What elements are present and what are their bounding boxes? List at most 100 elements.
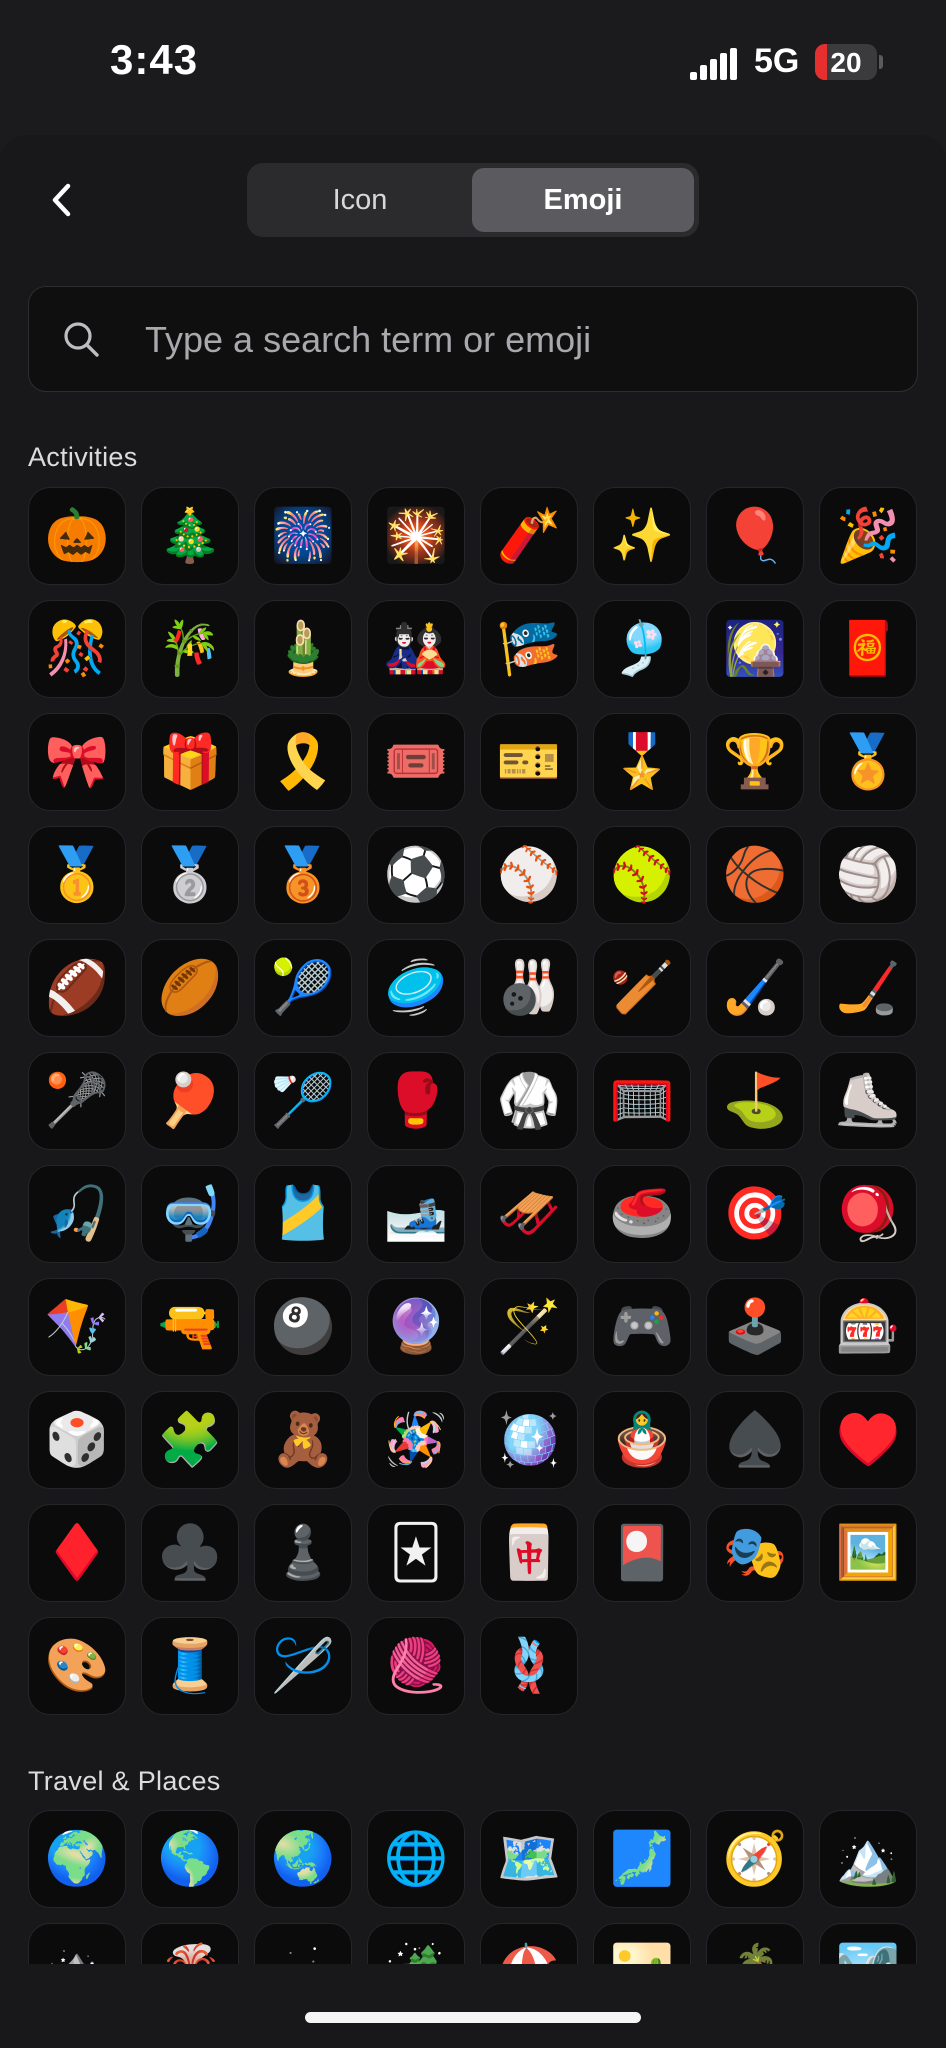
emoji-water-pistol[interactable]: 🔫 (141, 1278, 239, 1376)
emoji-snow-capped-mountain[interactable]: 🏔️ (819, 1810, 917, 1908)
emoji-crystal-ball[interactable]: 🔮 (367, 1278, 465, 1376)
emoji-japanese-dolls[interactable]: 🎎 (367, 600, 465, 698)
emoji-puzzle-piece[interactable]: 🧩 (141, 1391, 239, 1489)
emoji-globe-americas[interactable]: 🌎 (141, 1810, 239, 1908)
emoji-pine-decoration[interactable]: 🎍 (254, 600, 352, 698)
emoji-map-of-japan[interactable]: 🗾 (593, 1810, 691, 1908)
emoji-skis[interactable]: 🎿 (367, 1165, 465, 1263)
emoji-teddy-bear[interactable]: 🧸 (254, 1391, 352, 1489)
emoji-third-place-medal[interactable]: 🥉 (254, 826, 352, 924)
emoji-knot[interactable]: 🪢 (480, 1617, 578, 1715)
emoji-thread[interactable]: 🧵 (141, 1617, 239, 1715)
emoji-sports-medal[interactable]: 🏅 (819, 713, 917, 811)
emoji-boxing-glove[interactable]: 🥊 (367, 1052, 465, 1150)
emoji-fishing-pole[interactable]: 🎣 (28, 1165, 126, 1263)
emoji-sparkler[interactable]: 🎇 (367, 487, 465, 585)
emoji-compass[interactable]: 🧭 (706, 1810, 804, 1908)
emoji-desert-island[interactable]: 🏝️ (706, 1923, 804, 1964)
emoji-american-football[interactable]: 🏈 (28, 939, 126, 1037)
emoji-tanabata-tree[interactable]: 🎋 (141, 600, 239, 698)
emoji-desert[interactable]: 🏜️ (593, 1923, 691, 1964)
emoji-volleyball[interactable]: 🏐 (819, 826, 917, 924)
emoji-world-map[interactable]: 🗺️ (480, 1810, 578, 1908)
emoji-ice-hockey[interactable]: 🏒 (819, 939, 917, 1037)
emoji-globe-with-meridians[interactable]: 🌐 (367, 1810, 465, 1908)
emoji-club-suit[interactable]: ♣️ (141, 1504, 239, 1602)
emoji-chess-pawn[interactable]: ♟️ (254, 1504, 352, 1602)
emoji-sled[interactable]: 🛷 (480, 1165, 578, 1263)
emoji-national-park[interactable]: 🏞️ (819, 1923, 917, 1964)
emoji-bowling[interactable]: 🎳 (480, 939, 578, 1037)
emoji-artist-palette[interactable]: 🎨 (28, 1617, 126, 1715)
emoji-globe-asia-australia[interactable]: 🌏 (254, 1810, 352, 1908)
emoji-admission-tickets[interactable]: 🎟️ (367, 713, 465, 811)
emoji-sewing-needle[interactable]: 🪡 (254, 1617, 352, 1715)
emoji-moon-viewing-ceremony[interactable]: 🎑 (706, 600, 804, 698)
emoji-diving-mask[interactable]: 🤿 (141, 1165, 239, 1263)
emoji-magic-wand[interactable]: 🪄 (480, 1278, 578, 1376)
emoji-field-hockey[interactable]: 🏑 (706, 939, 804, 1037)
emoji-flying-disc[interactable]: 🥏 (367, 939, 465, 1037)
emoji-firecracker[interactable]: 🧨 (480, 487, 578, 585)
segment-emoji[interactable]: Emoji (472, 168, 694, 232)
emoji-pinata[interactable]: 🪅 (367, 1391, 465, 1489)
emoji-rugby-football[interactable]: 🏉 (141, 939, 239, 1037)
emoji-kite[interactable]: 🪁 (28, 1278, 126, 1376)
emoji-first-place-medal[interactable]: 🥇 (28, 826, 126, 924)
emoji-globe-europe-africa[interactable]: 🌍 (28, 1810, 126, 1908)
back-button[interactable] (40, 178, 84, 222)
emoji-reminder-ribbon[interactable]: 🎗️ (254, 713, 352, 811)
emoji-softball[interactable]: 🥎 (593, 826, 691, 924)
emoji-nesting-dolls[interactable]: 🪆 (593, 1391, 691, 1489)
emoji-joystick[interactable]: 🕹️ (706, 1278, 804, 1376)
home-indicator[interactable] (305, 2012, 641, 2023)
emoji-basketball[interactable]: 🏀 (706, 826, 804, 924)
emoji-mountain[interactable]: ⛰️ (28, 1923, 126, 1964)
emoji-balloon[interactable]: 🎈 (706, 487, 804, 585)
emoji-tennis[interactable]: 🎾 (254, 939, 352, 1037)
emoji-camping[interactable]: 🏕️ (367, 1923, 465, 1964)
emoji-party-popper[interactable]: 🎉 (819, 487, 917, 585)
emoji-slot-machine[interactable]: 🎰 (819, 1278, 917, 1376)
emoji-video-game[interactable]: 🎮 (593, 1278, 691, 1376)
emoji-fireworks[interactable]: 🎆 (254, 487, 352, 585)
segment-icon[interactable]: Icon (252, 168, 468, 232)
emoji-heart-suit[interactable]: ♥️ (819, 1391, 917, 1489)
emoji-ribbon[interactable]: 🎀 (28, 713, 126, 811)
emoji-joker[interactable]: 🃏 (367, 1504, 465, 1602)
emoji-beach-with-umbrella[interactable]: 🏖️ (480, 1923, 578, 1964)
emoji-wrapped-gift[interactable]: 🎁 (141, 713, 239, 811)
emoji-goal-net[interactable]: 🥅 (593, 1052, 691, 1150)
emoji-diamond-suit[interactable]: ♦️ (28, 1504, 126, 1602)
emoji-curling-stone[interactable]: 🥌 (593, 1165, 691, 1263)
emoji-framed-picture[interactable]: 🖼️ (819, 1504, 917, 1602)
emoji-mirror-ball[interactable]: 🪩 (480, 1391, 578, 1489)
emoji-martial-arts-uniform[interactable]: 🥋 (480, 1052, 578, 1150)
emoji-flag-in-hole[interactable]: ⛳ (706, 1052, 804, 1150)
emoji-sparkles[interactable]: ✨ (593, 487, 691, 585)
emoji-red-envelope[interactable]: 🧧 (819, 600, 917, 698)
emoji-ice-skate[interactable]: ⛸️ (819, 1052, 917, 1150)
emoji-military-medal[interactable]: 🎖️ (593, 713, 691, 811)
emoji-yo-yo[interactable]: 🪀 (819, 1165, 917, 1263)
emoji-mahjong-red-dragon[interactable]: 🀄 (480, 1504, 578, 1602)
emoji-baseball[interactable]: ⚾ (480, 826, 578, 924)
emoji-jack-o-lantern[interactable]: 🎃 (28, 487, 126, 585)
emoji-game-die[interactable]: 🎲 (28, 1391, 126, 1489)
emoji-trophy[interactable]: 🏆 (706, 713, 804, 811)
emoji-soccer-ball[interactable]: ⚽ (367, 826, 465, 924)
emoji-running-shirt[interactable]: 🎽 (254, 1165, 352, 1263)
emoji-volcano[interactable]: 🌋 (141, 1923, 239, 1964)
emoji-lacrosse[interactable]: 🥍 (28, 1052, 126, 1150)
emoji-christmas-tree[interactable]: 🎄 (141, 487, 239, 585)
emoji-ticket[interactable]: 🎫 (480, 713, 578, 811)
emoji-pool-8-ball[interactable]: 🎱 (254, 1278, 352, 1376)
emoji-ping-pong[interactable]: 🏓 (141, 1052, 239, 1150)
emoji-mount-fuji[interactable]: 🗻 (254, 1923, 352, 1964)
emoji-badminton[interactable]: 🏸 (254, 1052, 352, 1150)
search-input[interactable] (143, 307, 887, 373)
emoji-cricket-game[interactable]: 🏏 (593, 939, 691, 1037)
emoji-bullseye[interactable]: 🎯 (706, 1165, 804, 1263)
emoji-performing-arts[interactable]: 🎭 (706, 1504, 804, 1602)
emoji-carp-streamer[interactable]: 🎏 (480, 600, 578, 698)
